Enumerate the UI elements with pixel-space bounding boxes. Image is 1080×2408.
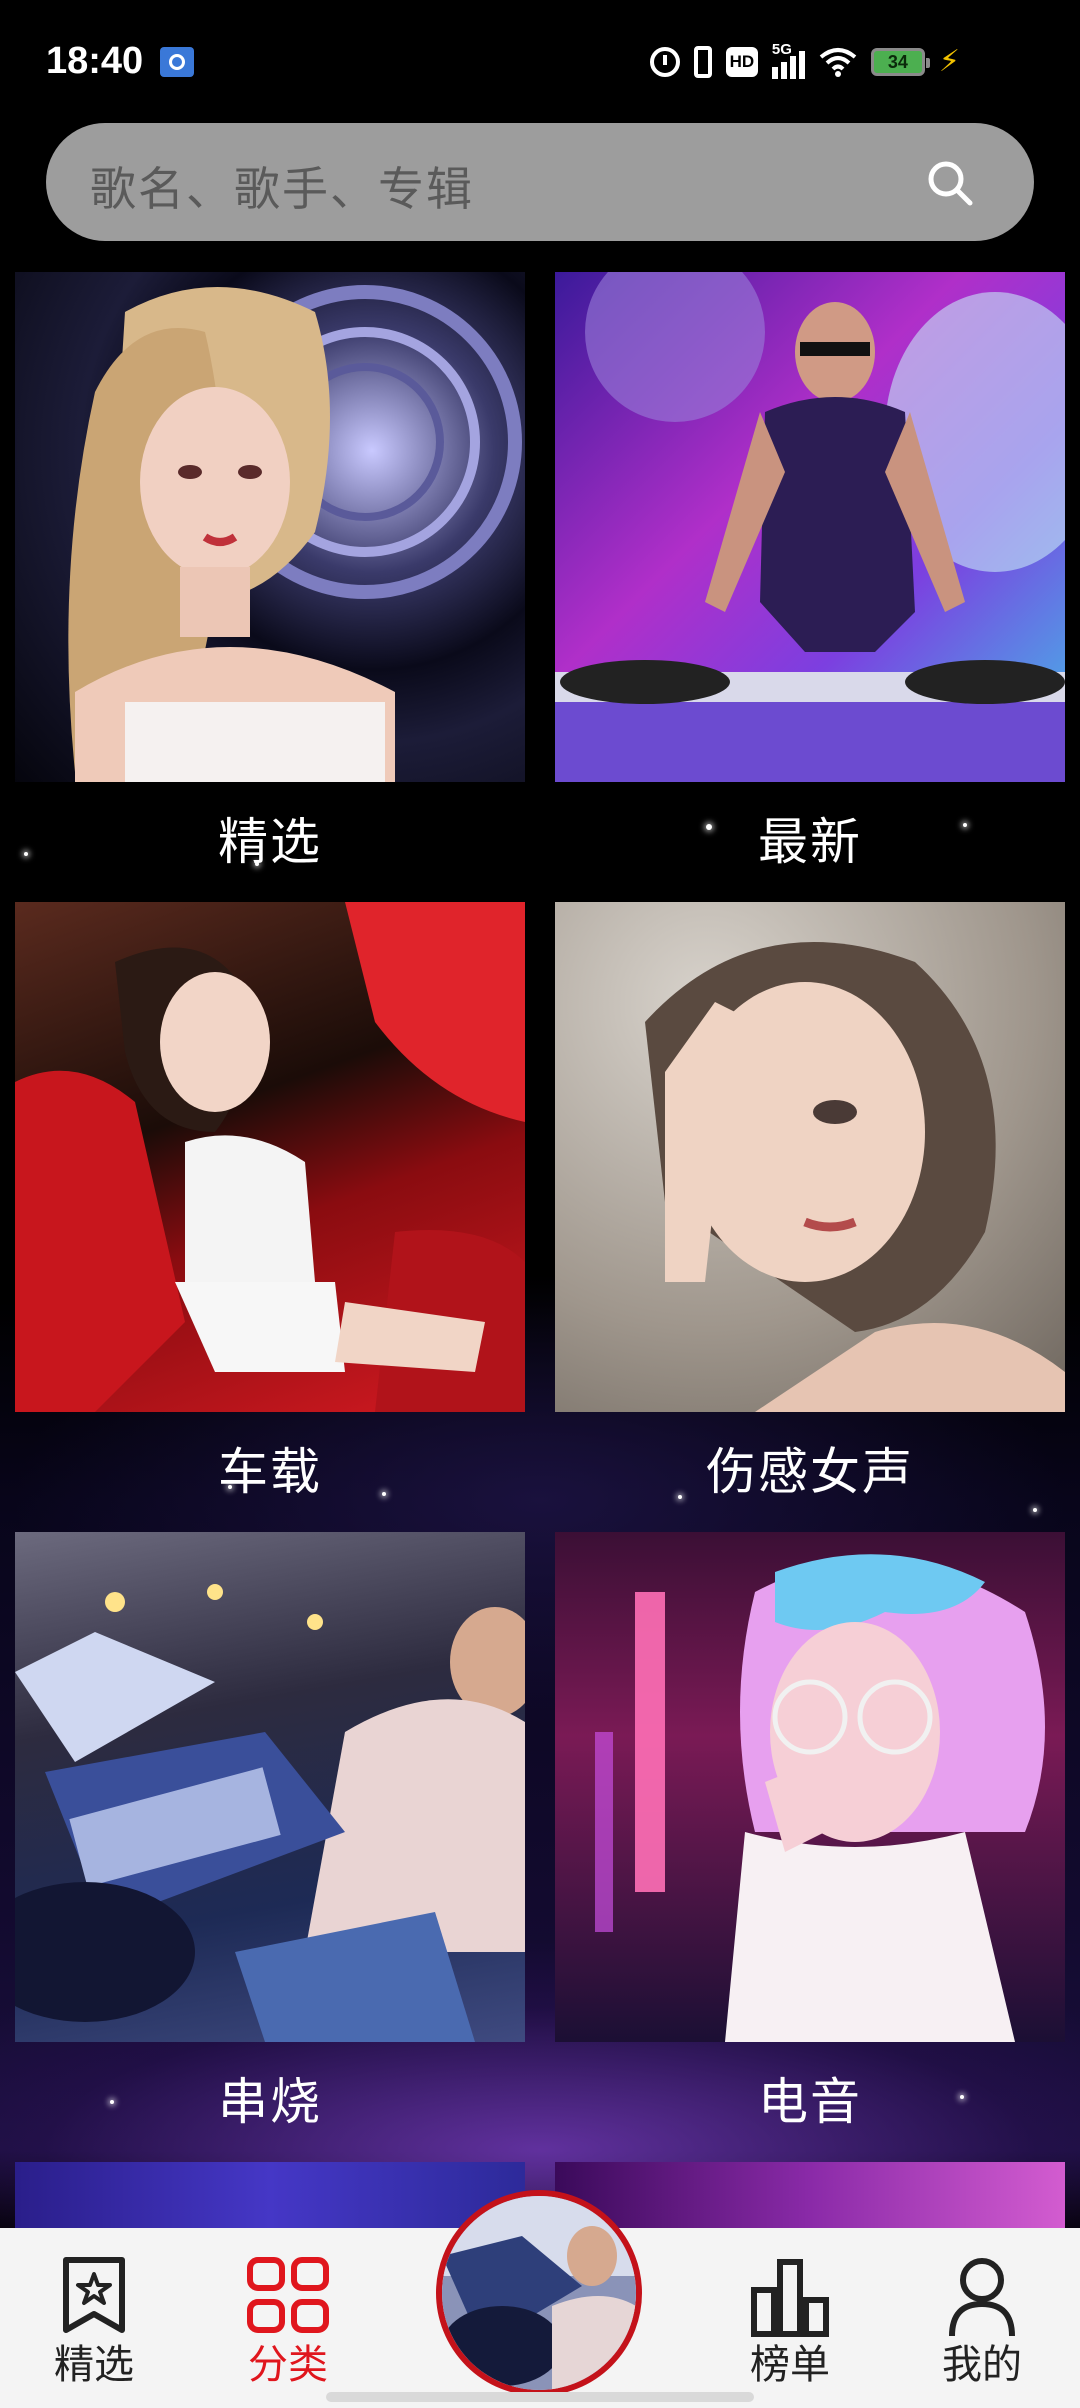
status-bar: 18:40 HD 5G 34 ⚡	[0, 0, 1080, 120]
category-label: 伤感女声	[706, 1443, 914, 1501]
hd-icon: HD	[725, 47, 758, 77]
status-time: 18:40	[46, 40, 144, 82]
search-icon[interactable]	[926, 159, 974, 207]
star-decoration	[1033, 1508, 1037, 1512]
network-type: 5G	[771, 41, 792, 58]
nav-item-categories[interactable]: 分类	[228, 2228, 348, 2408]
category-thumbnail[interactable]	[15, 902, 525, 1412]
now-playing-disc-button[interactable]	[436, 2190, 642, 2396]
category-card-featured[interactable]: 精选	[15, 272, 525, 871]
category-thumbnail[interactable]	[555, 902, 1065, 1412]
person-icon	[949, 2258, 1015, 2337]
charging-icon: ⚡	[938, 44, 960, 79]
category-thumbnail[interactable]	[555, 272, 1065, 782]
nav-item-charts[interactable]: 榜单	[730, 2228, 850, 2408]
cellular-signal-icon: 5G	[771, 41, 805, 79]
grid-icon	[247, 2257, 329, 2333]
category-label: 精选	[218, 813, 322, 871]
status-icons: HD 5G 34 ⚡	[649, 41, 960, 82]
category-thumbnail-partial[interactable]	[555, 2162, 1065, 2228]
category-thumbnail[interactable]	[555, 1532, 1065, 2042]
search-input[interactable]: 歌名、歌手、专辑	[90, 153, 474, 219]
bar-chart-icon	[751, 2259, 829, 2337]
nav-label: 精选	[54, 2342, 134, 2388]
nav-item-mine[interactable]: 我的	[922, 2228, 1042, 2408]
category-label: 串烧	[218, 2073, 322, 2131]
category-thumbnail[interactable]	[15, 1532, 525, 2042]
vibrate-icon	[693, 46, 712, 78]
battery-icon: 34	[870, 48, 930, 76]
category-card-car[interactable]: 车载	[15, 902, 525, 1501]
category-card-newest[interactable]: 最新	[555, 272, 1065, 871]
category-card-sad-female[interactable]: 伤感女声	[555, 902, 1065, 1501]
category-card-electronic[interactable]: 电音	[555, 1532, 1065, 2131]
category-thumbnail-partial[interactable]	[15, 2162, 525, 2228]
nav-label: 分类	[248, 2342, 328, 2388]
nav-item-featured[interactable]: 精选	[34, 2228, 154, 2408]
alarm-icon	[649, 47, 680, 77]
music-app-notification-icon	[160, 47, 194, 77]
category-label: 车载	[218, 1443, 322, 1501]
nav-label: 榜单	[750, 2342, 830, 2388]
category-label: 最新	[758, 813, 862, 871]
category-thumbnail[interactable]	[15, 272, 525, 782]
now-playing-cover	[442, 2196, 636, 2390]
search-bar[interactable]: 歌名、歌手、专辑	[46, 123, 1034, 241]
star-bookmark-icon	[63, 2257, 125, 2333]
category-card-medley[interactable]: 串烧	[15, 1532, 525, 2131]
wifi-icon	[819, 47, 857, 77]
category-label: 电音	[758, 2073, 862, 2131]
nav-label: 我的	[942, 2342, 1022, 2388]
home-indicator	[326, 2392, 754, 2402]
